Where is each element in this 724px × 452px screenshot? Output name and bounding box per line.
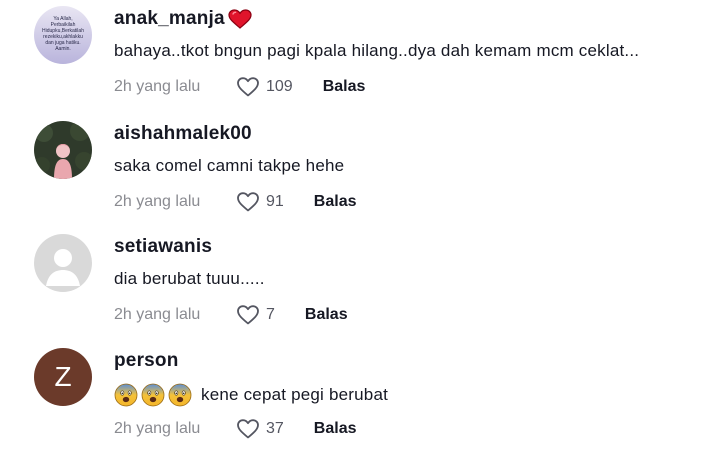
comment-timestamp: 2h yang lalu (114, 306, 201, 323)
comment-meta: 2h yang lalu 37 Balas (114, 418, 357, 440)
comment-text-row: kene cepat pegi berubat (114, 383, 388, 407)
comment-item: aishahmalek00 saka comel camni takpe heh… (0, 115, 724, 225)
reply-button[interactable]: Balas (314, 420, 357, 438)
like-count: 109 (266, 78, 293, 95)
avatar-caption-line: Aamin. (55, 46, 71, 52)
like-count: 37 (266, 420, 284, 437)
avatar[interactable] (34, 234, 92, 292)
comment-text: bahaya..tkot bngun pagi kpala hilang..dy… (114, 41, 640, 60)
like-count: 7 (266, 306, 275, 323)
heart-outline-icon[interactable] (236, 76, 260, 98)
fearful-face-emoji (168, 383, 192, 407)
red-heart-emoji (227, 8, 253, 30)
comment-text: kene cepat pegi berubat (201, 385, 389, 404)
comment-item: Ya Allah, Perbaikilah Hidupku,Berkatilah… (0, 0, 724, 110)
avatar-letter: Z (54, 361, 72, 392)
comment-username[interactable]: setiawanis (114, 236, 212, 258)
avatar[interactable]: Ya Allah, Perbaikilah Hidupku,Berkatilah… (34, 6, 92, 64)
fearful-face-emoji (114, 383, 138, 407)
like-count: 91 (266, 193, 284, 210)
username-text: anak_manja (114, 8, 225, 29)
comment-text: saka comel camni takpe hehe (114, 156, 345, 175)
comment-item: setiawanis dia berubat tuuu..... 2h yang… (0, 228, 724, 338)
reply-button[interactable]: Balas (314, 193, 357, 211)
heart-outline-icon[interactable] (236, 304, 260, 326)
avatar[interactable] (34, 121, 92, 179)
comment-timestamp: 2h yang lalu (114, 78, 201, 95)
default-avatar-icon (34, 234, 92, 292)
reply-button[interactable]: Balas (305, 306, 348, 324)
comment-meta: 2h yang lalu 91 Balas (114, 191, 357, 213)
emoji-group (114, 383, 195, 407)
comment-timestamp: 2h yang lalu (114, 420, 201, 437)
heart-outline-icon[interactable] (236, 418, 260, 440)
heart-outline-icon[interactable] (236, 191, 260, 213)
comment-item: Z person kene cepat pegi berubat 2h yang… (0, 342, 724, 452)
avatar-image: Ya Allah, Perbaikilah Hidupku,Berkatilah… (34, 6, 92, 64)
fearful-face-emoji (141, 383, 165, 407)
comment-meta: 2h yang lalu 109 Balas (114, 76, 365, 98)
comment-text: dia berubat tuuu..... (114, 269, 265, 288)
comment-meta: 2h yang lalu 7 Balas (114, 304, 348, 326)
comment-username[interactable]: anak_manja (114, 8, 253, 30)
avatar-image (34, 121, 92, 179)
avatar[interactable]: Z (34, 348, 92, 406)
comment-timestamp: 2h yang lalu (114, 193, 201, 210)
comment-username[interactable]: aishahmalek00 (114, 123, 252, 145)
comment-username[interactable]: person (114, 350, 179, 372)
reply-button[interactable]: Balas (323, 78, 366, 96)
